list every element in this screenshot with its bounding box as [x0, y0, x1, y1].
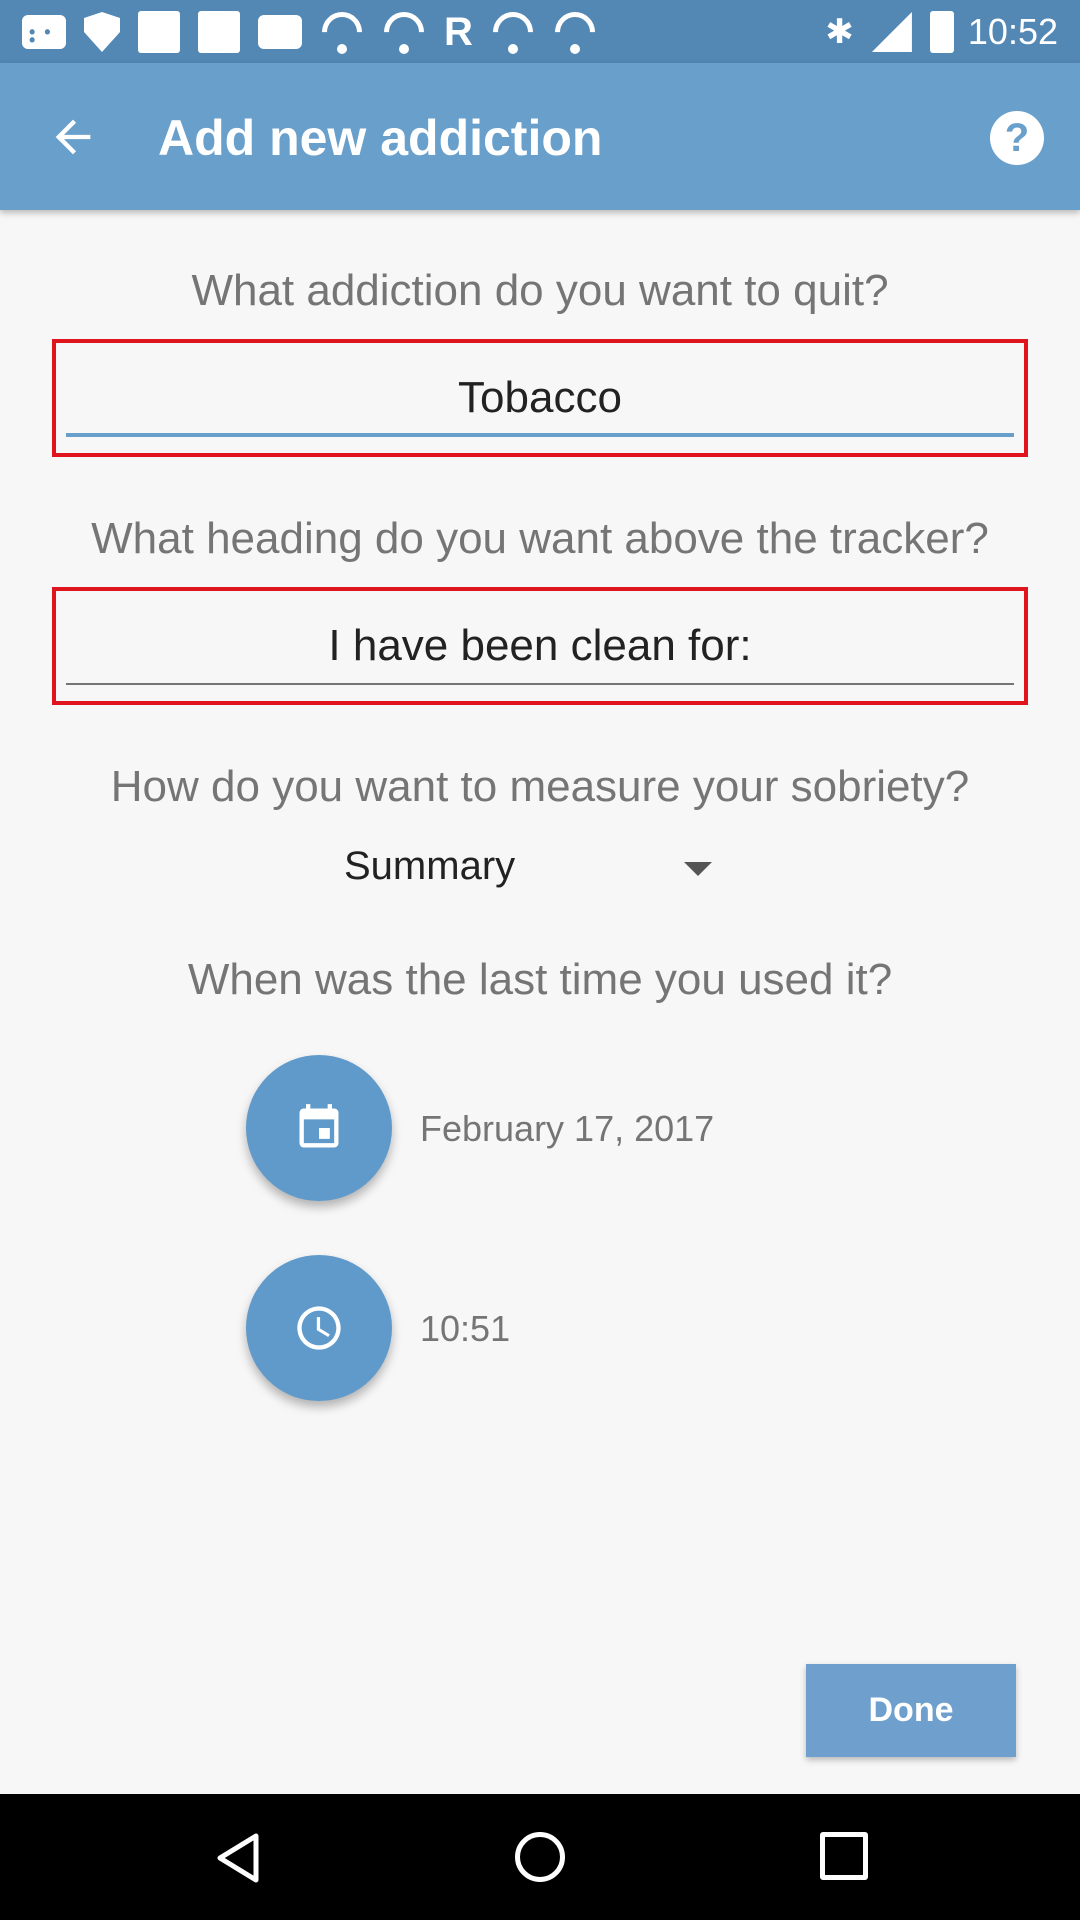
arrow-back-icon	[55, 119, 91, 155]
help-button[interactable]: ?	[990, 111, 1044, 165]
heading-field-highlight: I have been clean for:	[52, 587, 1028, 705]
notification-dots-icon: • • •	[22, 15, 66, 49]
navigation-bar	[0, 1794, 1080, 1920]
bull-icon	[484, 3, 542, 61]
measure-question-label: How do you want to measure your sobriety…	[110, 762, 970, 811]
addiction-field-highlight: Tobacco	[52, 339, 1028, 457]
back-triangle-icon[interactable]	[210, 1830, 266, 1886]
heading-input[interactable]: I have been clean for:	[66, 609, 1014, 687]
shield-icon	[84, 12, 120, 52]
status-time: 10:52	[967, 11, 1058, 52]
time-value: 10:51	[420, 1308, 511, 1349]
page-title: Add new addiction	[158, 110, 603, 166]
addiction-input-underline	[66, 433, 1014, 437]
wifi-icon	[313, 3, 371, 61]
wifi-icon	[375, 3, 433, 61]
signal-icon	[871, 12, 912, 52]
addiction-question-label: What addiction do you want to quit?	[191, 266, 889, 315]
last-used-question-label: When was the last time you used it?	[187, 955, 893, 1004]
r-icon: R	[444, 10, 473, 54]
addiction-input[interactable]: Tobacco	[66, 361, 1014, 439]
system-status: ✱ 10:52	[825, 9, 1058, 55]
status-bar: • • • R ✱ 10:52	[0, 0, 1080, 63]
date-picker-button[interactable]	[246, 1055, 392, 1201]
calendar-icon	[299, 1104, 339, 1148]
date-value: February 17, 2017	[420, 1108, 715, 1149]
back-button[interactable]	[40, 107, 106, 167]
done-button[interactable]: Done	[806, 1664, 1016, 1757]
app-bar: Add new addiction ?	[0, 63, 1080, 210]
clock-icon	[297, 1306, 341, 1350]
home-circle-icon[interactable]	[515, 1832, 565, 1882]
square-icon	[138, 11, 180, 53]
heading-question-label: What heading do you want above the track…	[91, 514, 989, 563]
bluetooth-icon: ✱	[825, 13, 854, 51]
battery-icon	[929, 11, 954, 53]
square-icon	[198, 11, 240, 53]
robot-icon	[258, 15, 302, 49]
recents-square-icon[interactable]	[820, 1832, 868, 1880]
help-icon: ?	[1004, 115, 1030, 160]
wifi-icon	[546, 3, 604, 61]
dropdown-arrow-icon	[684, 862, 712, 876]
measure-selected-value: Summary	[344, 844, 516, 888]
measure-dropdown[interactable]: Summary	[300, 838, 720, 902]
time-picker-button[interactable]	[246, 1255, 392, 1401]
notification-icons: • • • R	[22, 3, 615, 61]
heading-input-underline	[66, 683, 1014, 685]
